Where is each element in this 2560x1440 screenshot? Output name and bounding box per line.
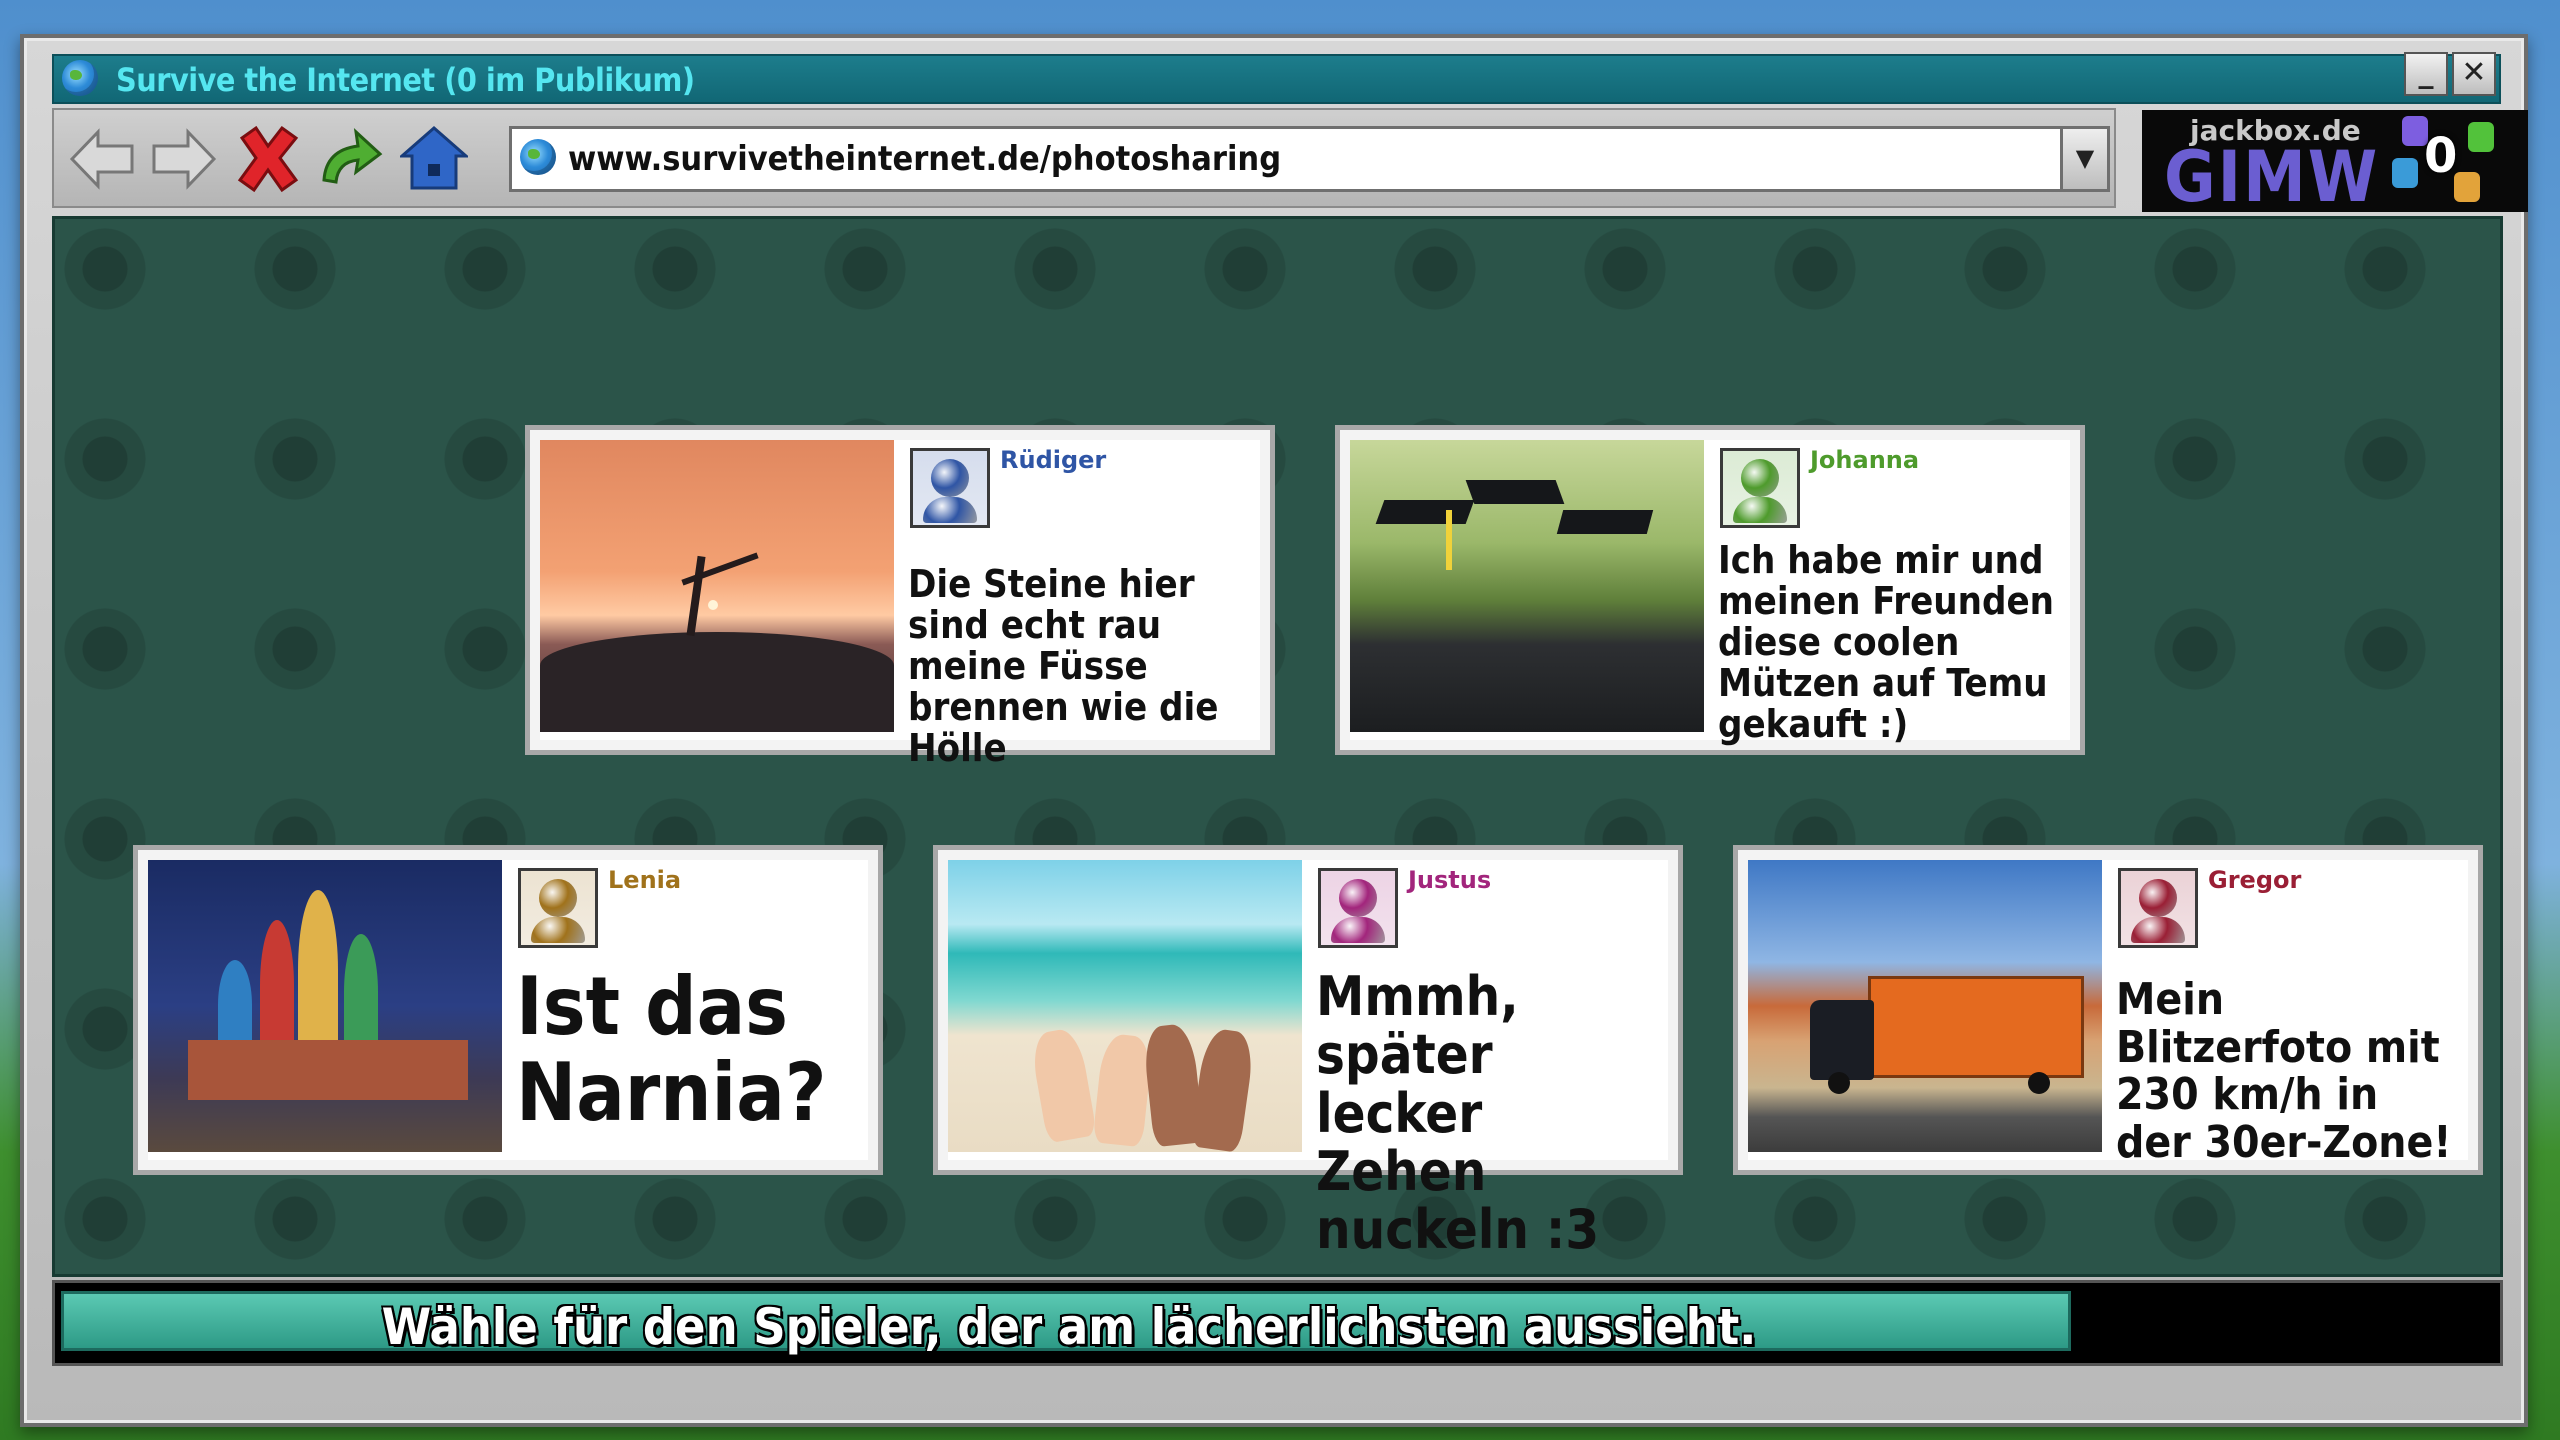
post-card[interactable]: Johanna Ich habe mir und meinen Freunden…	[1335, 425, 2085, 755]
url-text: www.survivetheinternet.de/photosharing	[568, 139, 1282, 179]
avatar	[2118, 868, 2198, 948]
player-name: Justus	[1408, 866, 1492, 894]
avatar-body	[1331, 917, 1385, 943]
post-photo	[540, 440, 894, 732]
post-caption: Mmmh, später lecker Zehen nuckeln :3	[1316, 965, 1600, 1262]
instruction-text: Wähle für den Spieler, der am lächerlich…	[381, 1298, 1757, 1356]
avatar-head	[539, 879, 577, 917]
forward-arrow-icon[interactable]	[150, 124, 218, 194]
refresh-arrow-icon[interactable]	[316, 124, 384, 194]
photo-sharing-board: Rüdiger Die Steine hier sind echt rau me…	[52, 216, 2503, 1277]
post-card[interactable]: Rüdiger Die Steine hier sind echt rau me…	[525, 425, 1275, 769]
close-button[interactable]: ✕	[2452, 52, 2496, 96]
browser-window: Survive the Internet (0 im Publikum) _ ✕…	[20, 34, 2528, 1427]
instruction-bar: Wähle für den Spieler, der am lächerlich…	[52, 1280, 2503, 1366]
room-code: GIMW	[2164, 136, 2380, 218]
post-card[interactable]: Lenia Ist das Narnia?	[133, 845, 883, 1175]
player-name: Lenia	[608, 866, 682, 894]
post-photo	[1350, 440, 1704, 732]
post-photo	[1748, 860, 2102, 1152]
avatar-head	[931, 459, 969, 497]
back-arrow-icon[interactable]	[68, 124, 136, 194]
post-card[interactable]: Gregor Mein Blitzerfoto mit 230 km/h in …	[1733, 845, 2483, 1175]
avatar-head	[1339, 879, 1377, 917]
title-bar: Survive the Internet (0 im Publikum)	[52, 54, 2501, 104]
avatar	[910, 448, 990, 528]
player-name: Johanna	[1810, 446, 1920, 474]
post-caption: Ich habe mir und meinen Freunden diese c…	[1718, 538, 2054, 747]
audience-score: 0	[2424, 128, 2458, 184]
post-caption: Mein Blitzerfoto mit 230 km/h in der 30e…	[2116, 974, 2452, 1168]
player-name: Rüdiger	[1000, 446, 1107, 474]
post-photo	[948, 860, 1302, 1152]
stop-x-icon[interactable]	[234, 124, 302, 194]
avatar-body	[2131, 917, 2185, 943]
avatar-body	[1733, 497, 1787, 523]
avatar	[1318, 868, 1398, 948]
jackbox-logo: jackbox.de GIMW 0	[2142, 110, 2528, 218]
post-card[interactable]: Justus Mmmh, später lecker Zehen nuckeln…	[933, 845, 1683, 1259]
avatar	[518, 868, 598, 948]
window-title: Survive the Internet (0 im Publikum)	[116, 61, 695, 99]
player-name: Gregor	[2208, 866, 2302, 894]
post-caption: Die Steine hier sind echt rau meine Füss…	[908, 562, 1219, 771]
timer-progress-bar: Wähle für den Spieler, der am lächerlich…	[61, 1291, 2071, 1356]
address-bar[interactable]: www.survivetheinternet.de/photosharing ▼	[509, 126, 2110, 192]
avatar-body	[531, 917, 585, 943]
globe-icon	[62, 60, 98, 96]
post-caption: Ist das Narnia?	[516, 960, 827, 1140]
avatar-head	[2139, 879, 2177, 917]
globe-icon	[520, 139, 556, 175]
chevron-down-icon[interactable]: ▼	[2060, 129, 2107, 189]
avatar-body	[923, 497, 977, 523]
home-icon[interactable]	[400, 124, 468, 194]
avatar-head	[1741, 459, 1779, 497]
post-photo	[148, 860, 502, 1152]
minimize-button[interactable]: _	[2404, 52, 2448, 96]
avatar	[1720, 448, 1800, 528]
browser-toolbar: www.survivetheinternet.de/photosharing ▼	[52, 108, 2116, 208]
